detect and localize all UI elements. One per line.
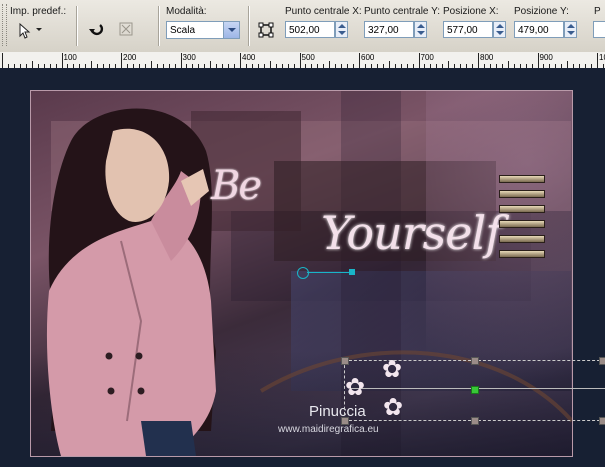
undo-rotate-icon[interactable]	[85, 18, 107, 40]
ruler-tick	[91, 61, 93, 68]
selection-center-handle[interactable]	[471, 386, 479, 394]
cut-off-label: P	[594, 6, 601, 17]
pos-y-spinner[interactable]	[564, 21, 577, 38]
ruler-number: 600	[361, 53, 375, 62]
artwork: Be Yourself Pinuccia www.maidiregrafica.…	[30, 90, 573, 457]
ruler-number: 700	[420, 53, 434, 62]
ruler-number: 500	[301, 53, 315, 62]
selection-handle[interactable]	[341, 357, 349, 365]
center-y-spinner[interactable]	[414, 21, 427, 38]
rotation-handle[interactable]	[349, 269, 355, 275]
deco-bar	[499, 220, 545, 228]
selection-handle[interactable]	[599, 417, 605, 425]
ruler-tick	[31, 61, 33, 68]
deco-bar	[499, 205, 545, 213]
selection-handle[interactable]	[471, 357, 479, 365]
image-canvas[interactable]: Be Yourself Pinuccia www.maidiregrafica.…	[0, 68, 605, 467]
ruler-number: 1000	[599, 53, 605, 62]
pos-y-input[interactable]: 479,00	[514, 21, 564, 38]
chevron-down-icon[interactable]	[223, 22, 239, 38]
ruler-tick	[2, 53, 3, 68]
pos-x-input[interactable]: 577,00	[443, 21, 493, 38]
tool-options-bar: Imp. predef.: Modalità: Scala Punto cent…	[0, 0, 605, 53]
center-x-label: Punto centrale X:	[285, 6, 362, 17]
ruler-tick	[537, 53, 539, 68]
website-text: www.maidiregrafica.eu	[278, 424, 379, 435]
flower-icon: ✿	[382, 356, 403, 383]
toolbar-grip[interactable]	[2, 4, 7, 46]
ruler-tick	[478, 53, 479, 68]
selection-handle[interactable]	[471, 417, 479, 425]
center-x-spinner[interactable]	[335, 21, 348, 38]
mode-label: Modalità:	[166, 6, 207, 17]
cut-off-input[interactable]	[593, 21, 605, 38]
flower-icon: ✿	[383, 394, 404, 421]
ruler-tick	[121, 53, 122, 68]
pos-x-label: Posizione X:	[443, 6, 499, 17]
center-y-label: Punto centrale Y:	[364, 6, 440, 17]
title-be: Be	[211, 163, 262, 209]
center-y-input[interactable]: 327,00	[364, 21, 414, 38]
title-yourself: Yourself	[321, 206, 502, 260]
ruler-tick	[299, 53, 301, 68]
ruler-tick	[150, 61, 152, 68]
ruler-number: 400	[242, 53, 256, 62]
selection-handle[interactable]	[599, 357, 605, 365]
ruler-tick	[61, 53, 63, 68]
ruler-tick	[507, 61, 509, 68]
separator	[76, 6, 78, 46]
deco-bar	[499, 175, 545, 183]
ruler-number: 800	[480, 53, 494, 62]
mode-value: Scala	[170, 25, 196, 36]
separator	[158, 6, 160, 46]
pos-x-spinner[interactable]	[493, 21, 506, 38]
pointer-arrow-icon[interactable]	[14, 20, 36, 42]
ruler-tick	[567, 61, 569, 68]
ruler-tick	[359, 53, 360, 68]
ruler-tick	[597, 53, 598, 68]
ruler-tick	[418, 53, 420, 68]
transform-box-icon[interactable]	[255, 19, 277, 41]
separator	[248, 6, 250, 46]
horizontal-ruler: 100 200 300 400 500 600 700 800 900 1000	[0, 52, 605, 69]
ruler-tick	[240, 53, 241, 68]
rotation-pivot-handle[interactable]	[297, 267, 309, 279]
mode-select[interactable]: Scala	[166, 21, 240, 39]
deco-bar	[499, 235, 545, 243]
rotation-line	[307, 272, 351, 273]
deco-bar	[499, 190, 545, 198]
ruler-tick	[210, 61, 212, 68]
ruler-number: 300	[182, 53, 196, 62]
ruler-number: 900	[539, 53, 553, 62]
ruler-tick	[180, 53, 182, 68]
preset-dropdown-icon[interactable]	[36, 28, 42, 31]
deco-bar	[499, 250, 545, 258]
flower-icon: ✿	[345, 374, 366, 401]
selection-handle[interactable]	[341, 417, 349, 425]
crossed-square-icon	[115, 18, 137, 40]
signature-text: Pinuccia	[309, 403, 366, 420]
ruler-tick	[269, 61, 271, 68]
ruler-tick	[329, 61, 331, 68]
ruler-tick	[388, 61, 390, 68]
pos-y-label: Posizione Y:	[514, 6, 569, 17]
ruler-tick	[448, 61, 450, 68]
ruler-number: 100	[63, 53, 77, 62]
center-x-input[interactable]: 502,00	[285, 21, 335, 38]
ruler-number: 200	[123, 53, 137, 62]
preset-label: Imp. predef.:	[10, 6, 67, 17]
